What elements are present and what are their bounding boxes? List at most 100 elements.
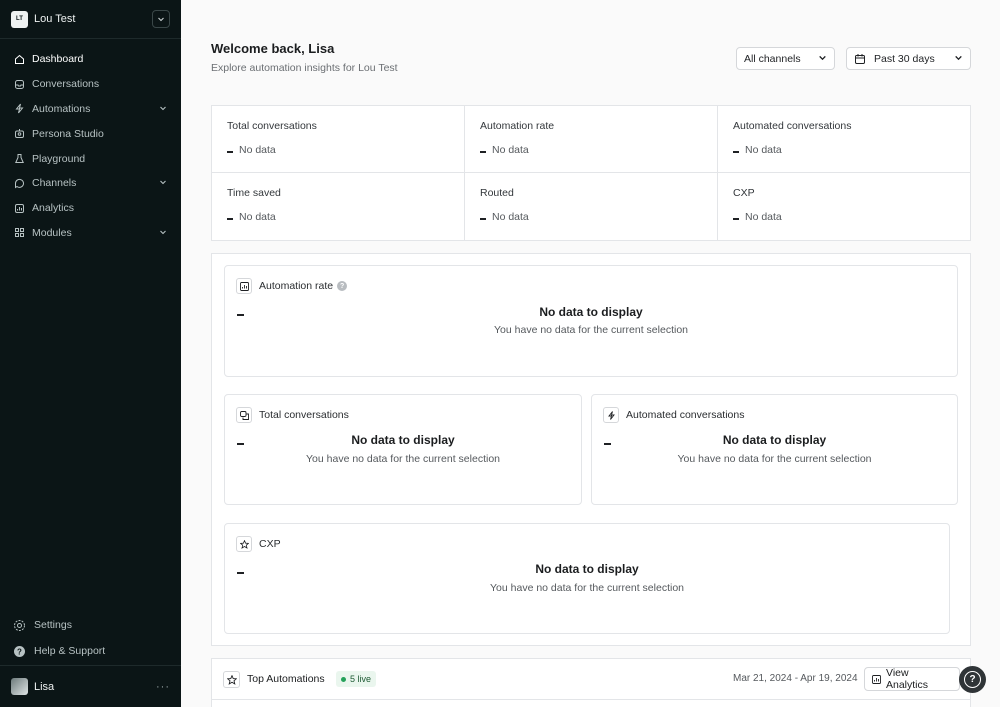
stat-cxp: CXP No data [718, 173, 970, 240]
avatar [11, 678, 28, 695]
sidebar-item-modules[interactable]: Modules [0, 221, 181, 246]
top-automations-section: Top Automations 5 live Mar 21, 2024 - Ap… [211, 658, 971, 707]
sidebar-item-automations[interactable]: Automations [0, 97, 181, 122]
chevron-down-icon [954, 53, 963, 65]
stat-label: Total conversations [227, 120, 317, 132]
automated-conversations-card: Automated conversations No data to displ… [591, 394, 958, 505]
persona-icon [14, 128, 25, 139]
channel-filter-select[interactable]: All channels [736, 47, 835, 70]
empty-state-title: No data to display [535, 562, 639, 576]
stat-total-conversations: Total conversations No data [212, 106, 465, 173]
stat-value: No data [745, 144, 782, 156]
empty-state-subtitle: You have no data for the current selecti… [490, 582, 684, 594]
stat-value: No data [239, 144, 276, 156]
cxp-card: CXP No data to display You have no data … [224, 523, 950, 634]
automation-rate-card: Automation rate ? No data to display You… [224, 265, 958, 377]
chevron-down-icon[interactable] [159, 177, 167, 189]
sidebar-item-dashboard[interactable]: Dashboard [0, 47, 181, 72]
sidebar-item-settings[interactable]: Settings [0, 612, 181, 638]
help-icon: ? [13, 645, 26, 658]
sidebar: LT Lou Test Dashboard Conversations Auto… [0, 0, 181, 707]
info-icon[interactable]: ? [337, 281, 348, 291]
conversations-icon [236, 407, 252, 423]
empty-state-subtitle: You have no data for the current selecti… [306, 453, 500, 465]
stats-grid: Total conversations No data Automation r… [211, 105, 971, 241]
gear-icon [13, 619, 26, 632]
chevron-down-icon[interactable] [159, 103, 167, 115]
total-conversations-card: Total conversations No data to display Y… [224, 394, 582, 505]
calendar-icon [854, 53, 866, 65]
workspace-name: Lou Test [34, 13, 76, 25]
card-title: Total conversations [259, 409, 349, 421]
date-range-value: Past 30 days [874, 52, 935, 65]
user-name: Lisa [34, 680, 55, 693]
sidebar-item-conversations[interactable]: Conversations [0, 72, 181, 97]
stat-routed: Routed No data [465, 173, 718, 240]
star-icon [236, 536, 252, 552]
stat-label: Time saved [227, 187, 281, 199]
modules-icon [14, 227, 25, 238]
chart-icon [236, 278, 252, 294]
view-analytics-button[interactable]: View Analytics [864, 667, 960, 691]
empty-state-subtitle: You have no data for the current selecti… [494, 324, 688, 336]
button-label: View Analytics [886, 667, 929, 691]
stat-time-saved: Time saved No data [212, 173, 465, 240]
sidebar-item-label: Channels [32, 177, 77, 190]
section-title: Top Automations [247, 673, 325, 685]
sidebar-footer: Settings ? Help & Support [0, 612, 181, 664]
dash-icon [733, 217, 739, 220]
sidebar-nav: Dashboard Conversations Automations Pers… [0, 39, 181, 245]
sidebar-item-channels[interactable]: Channels [0, 171, 181, 196]
workspace-switcher[interactable]: LT Lou Test [0, 0, 181, 39]
chevron-down-icon[interactable] [152, 10, 170, 28]
stat-value: No data [745, 211, 782, 223]
date-range-label: Mar 21, 2024 - Apr 19, 2024 [733, 673, 858, 684]
live-count: 5 live [350, 674, 372, 684]
sidebar-item-label: Analytics [32, 202, 75, 215]
chart-icon [872, 674, 881, 684]
sidebar-item-help-support[interactable]: ? Help & Support [0, 638, 181, 664]
live-dot-icon [341, 676, 346, 682]
dash-icon [733, 150, 739, 153]
stat-label: Routed [480, 187, 514, 199]
channels-icon [14, 178, 25, 189]
help-icon: ? [964, 671, 981, 688]
sidebar-item-label: Help & Support [34, 645, 106, 657]
empty-state-title: No data to display [539, 305, 643, 319]
user-menu[interactable]: Lisa ··· [0, 665, 181, 707]
card-title: CXP [259, 538, 281, 550]
sidebar-item-label: Modules [32, 226, 72, 239]
page-subtitle: Explore automation insights for Lou Test [211, 62, 398, 74]
charts-panel: Automation rate ? No data to display You… [211, 253, 971, 646]
dash-icon [480, 217, 486, 220]
card-title: Automation rate [259, 280, 334, 292]
top-automations-header: Top Automations 5 live Mar 21, 2024 - Ap… [212, 659, 970, 700]
date-range-select[interactable]: Past 30 days [846, 47, 971, 70]
status-badge: 5 live [336, 671, 377, 687]
sidebar-item-label: Dashboard [32, 53, 84, 66]
chevron-down-icon [818, 53, 827, 65]
sidebar-item-label: Automations [32, 102, 91, 115]
help-chat-button[interactable]: ? [959, 666, 986, 693]
bolt-icon [14, 103, 25, 114]
chevron-down-icon[interactable] [159, 227, 167, 239]
sidebar-item-playground[interactable]: Playground [0, 146, 181, 171]
dash-icon [227, 217, 233, 220]
stat-automation-rate: Automation rate No data [465, 106, 718, 173]
sidebar-item-persona-studio[interactable]: Persona Studio [0, 121, 181, 146]
sidebar-item-label: Playground [32, 152, 86, 165]
empty-state-title: No data to display [722, 433, 827, 447]
sidebar-item-analytics[interactable]: Analytics [0, 196, 181, 221]
empty-state-subtitle: You have no data for the current selecti… [677, 453, 872, 465]
home-icon [14, 54, 25, 65]
sidebar-item-label: Conversations [32, 78, 100, 91]
chart-icon [14, 203, 25, 214]
empty-state-title: No data to display [351, 433, 455, 447]
main-content: Welcome back, Lisa Explore automation in… [181, 0, 1000, 707]
svg-text:?: ? [17, 647, 22, 656]
inbox-icon [14, 79, 25, 90]
more-icon[interactable]: ··· [156, 681, 170, 693]
stat-label: CXP [733, 187, 755, 199]
dash-icon [480, 150, 486, 153]
flask-icon [14, 153, 25, 164]
